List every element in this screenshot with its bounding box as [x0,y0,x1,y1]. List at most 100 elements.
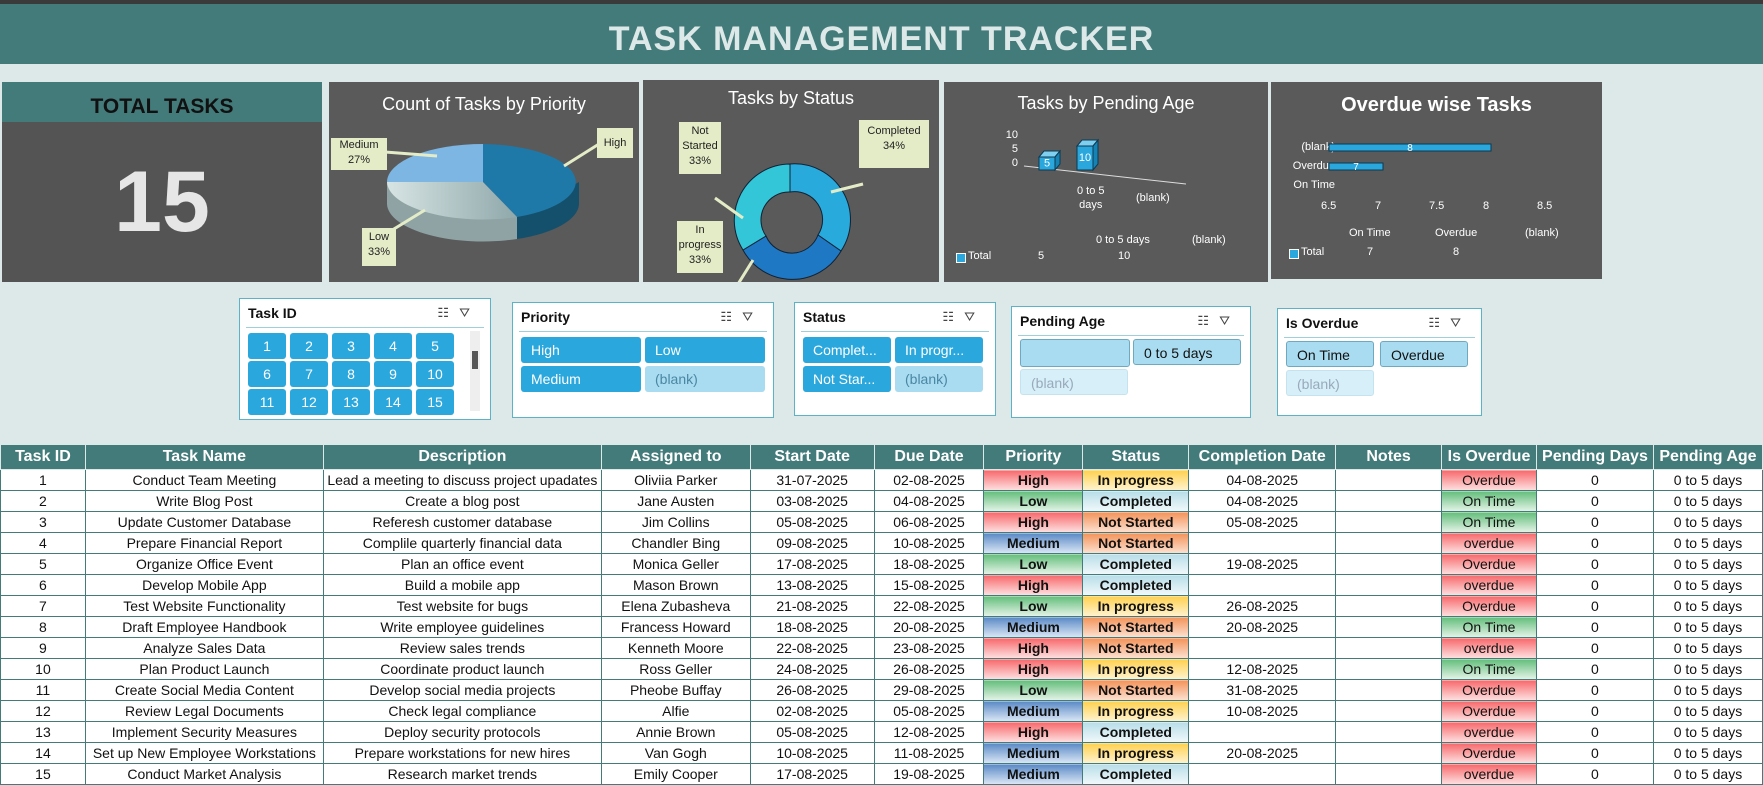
slicer-item-task-2[interactable]: 2 [290,333,328,359]
table-cell[interactable]: Annie Brown [600,721,751,743]
table-cell[interactable]: Completed [1082,490,1190,512]
table-cell[interactable]: Test website for bugs [322,595,602,617]
table-cell[interactable]: 0 to 5 days [1652,763,1763,785]
column-header[interactable]: Assigned to [600,444,751,470]
table-cell[interactable] [1335,532,1443,554]
table-cell[interactable]: Implement Security Measures [84,721,324,743]
table-cell[interactable]: 12 [0,700,86,722]
table-cell[interactable]: Not Started [1082,679,1190,701]
table-cell[interactable]: Deploy security protocols [322,721,602,743]
table-cell[interactable]: Develop Mobile App [84,574,324,596]
table-cell[interactable]: Write employee guidelines [322,616,602,638]
table-cell[interactable]: 15 [0,763,86,785]
table-cell[interactable]: overdue [1441,763,1537,785]
table-cell[interactable]: 02-08-2025 [873,469,985,491]
table-cell[interactable]: 11-08-2025 [873,742,985,764]
table-cell[interactable] [1188,637,1337,659]
table-cell[interactable]: On Time [1441,490,1537,512]
slicer-item[interactable]: In progr... [895,337,983,363]
table-cell[interactable]: 0 to 5 days [1652,742,1763,764]
table-cell[interactable]: 24-08-2025 [749,658,875,680]
table-cell[interactable]: Medium [983,700,1084,722]
table-cell[interactable]: In progress [1082,469,1190,491]
table-cell[interactable]: 09-08-2025 [749,532,875,554]
table-cell[interactable]: 0 to 5 days [1652,553,1763,575]
table-cell[interactable]: 12-08-2025 [873,721,985,743]
table-cell[interactable]: Draft Employee Handbook [84,616,324,638]
table-cell[interactable]: High [983,511,1084,533]
table-cell[interactable]: 23-08-2025 [873,637,985,659]
table-cell[interactable]: Check legal compliance [322,700,602,722]
slicer-item[interactable]: (blank) [645,366,765,392]
table-cell[interactable]: Not Started [1082,637,1190,659]
slicer-item[interactable]: (blank) [1286,370,1374,396]
table-cell[interactable] [1335,763,1443,785]
table-cell[interactable]: 26-08-2025 [749,679,875,701]
table-cell[interactable]: Low [983,679,1084,701]
status-chart[interactable]: Tasks by Status Completed 34% Not Started 3… [643,80,939,282]
table-cell[interactable]: 18-08-2025 [873,553,985,575]
table-cell[interactable]: 10-08-2025 [749,742,875,764]
table-cell[interactable] [1335,721,1443,743]
overdue-chart[interactable]: Overdue wise Tasks (blank) Overdue On Ti… [1271,82,1602,279]
table-cell[interactable]: 0 to 5 days [1652,469,1763,491]
slicer-item[interactable]: Low [645,337,765,363]
table-cell[interactable]: Oliviia Parker [600,469,751,491]
scrollbar-thumb[interactable] [472,351,478,369]
table-cell[interactable]: Coordinate product launch [322,658,602,680]
table-cell[interactable]: Overdue [1441,700,1537,722]
table-cell[interactable]: 0 to 5 days [1652,511,1763,533]
table-cell[interactable]: Completed [1082,553,1190,575]
table-cell[interactable]: Create Social Media Content [84,679,324,701]
column-header[interactable]: Task ID [0,444,86,470]
slicer-item-task-11[interactable]: 11 [248,389,286,415]
table-cell[interactable]: Prepare Financial Report [84,532,324,554]
table-cell[interactable]: 15-08-2025 [873,574,985,596]
table-cell[interactable]: Completed [1082,763,1190,785]
table-cell[interactable]: 0 [1535,490,1654,512]
slicer-item[interactable]: Overdue [1380,341,1468,367]
table-cell[interactable] [1335,553,1443,575]
table-cell[interactable]: 04-08-2025 [1188,490,1337,512]
table-cell[interactable]: High [983,721,1084,743]
table-cell[interactable] [1335,658,1443,680]
table-cell[interactable]: 19-08-2025 [1188,553,1337,575]
table-cell[interactable] [1335,595,1443,617]
slicer-item[interactable]: Complet... [803,337,891,363]
table-cell[interactable]: Emily Cooper [600,763,751,785]
table-cell[interactable]: Not Started [1082,511,1190,533]
table-cell[interactable]: Set up New Employee Workstations [84,742,324,764]
table-cell[interactable]: 20-08-2025 [873,616,985,638]
table-cell[interactable]: 0 [1535,595,1654,617]
table-cell[interactable]: 0 [1535,616,1654,638]
table-cell[interactable]: 0 [1535,553,1654,575]
table-cell[interactable]: 02-08-2025 [749,700,875,722]
table-cell[interactable]: Complile quarterly financial data [322,532,602,554]
table-cell[interactable]: 18-08-2025 [749,616,875,638]
table-cell[interactable]: overdue [1441,721,1537,743]
slicer-actions[interactable]: ☷⛛ [1428,315,1471,331]
table-cell[interactable]: 13 [0,721,86,743]
table-cell[interactable]: Overdue [1441,742,1537,764]
table-cell[interactable]: Completed [1082,721,1190,743]
slicer-item[interactable]: On Time [1286,341,1374,367]
table-cell[interactable]: 11 [0,679,86,701]
table-cell[interactable] [1188,574,1337,596]
slicer-item-task-5[interactable]: 5 [416,333,454,359]
column-header[interactable]: Status [1082,444,1190,470]
table-cell[interactable]: 04-08-2025 [1188,469,1337,491]
table-cell[interactable]: Overdue [1441,553,1537,575]
table-cell[interactable]: 0 to 5 days [1652,490,1763,512]
table-cell[interactable]: Overdue [1441,679,1537,701]
table-cell[interactable]: Plan an office event [322,553,602,575]
slicer-actions[interactable]: ☷⛛ [720,309,763,325]
table-cell[interactable]: On Time [1441,616,1537,638]
table-cell[interactable]: 3 [0,511,86,533]
table-cell[interactable]: Overdue [1441,469,1537,491]
slicer-item-task-9[interactable]: 9 [374,361,412,387]
table-cell[interactable]: 0 [1535,469,1654,491]
table-cell[interactable]: Lead a meeting to discuss project upadat… [322,469,602,491]
slicer-item[interactable]: 0 to 5 days [1133,339,1241,365]
table-cell[interactable]: In progress [1082,595,1190,617]
table-cell[interactable]: 05-08-2025 [1188,511,1337,533]
